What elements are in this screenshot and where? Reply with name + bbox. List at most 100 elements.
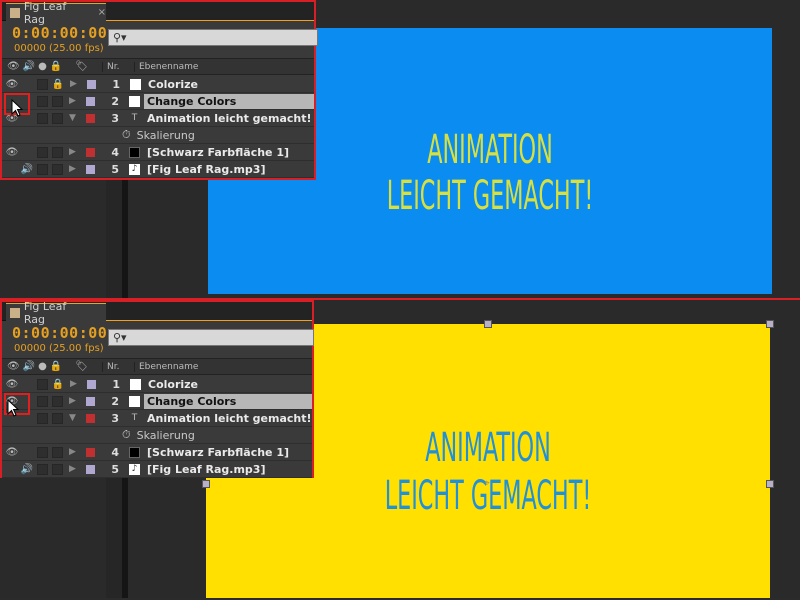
layer-name[interactable]: Animation leicht gemacht!	[144, 111, 314, 126]
transform-handle[interactable]	[766, 480, 774, 488]
label-color[interactable]	[86, 113, 95, 123]
layer-type-icon	[129, 446, 140, 458]
layer-type-icon	[129, 146, 140, 158]
eye-icon[interactable]: 👁	[7, 361, 20, 372]
label-color[interactable]	[86, 464, 95, 474]
close-icon[interactable]: ×	[98, 7, 106, 18]
solo-icon[interactable]: ●	[38, 61, 47, 72]
expand-icon[interactable]: ▶	[69, 147, 81, 157]
audio-icon[interactable]: 🔊	[23, 361, 35, 372]
current-time[interactable]: 0:00:00:00	[12, 24, 107, 42]
current-time[interactable]: 0:00:00:00	[12, 324, 107, 342]
label-color[interactable]	[86, 396, 95, 406]
stopwatch-icon[interactable]: ⏱	[122, 128, 131, 142]
transform-handle[interactable]	[202, 480, 210, 488]
lock-switch[interactable]	[52, 112, 63, 124]
solo-switch[interactable]	[37, 146, 48, 158]
transform-handle[interactable]	[484, 320, 492, 328]
col-name[interactable]: Ebenenname	[134, 61, 198, 72]
expand-icon[interactable]: ▶	[70, 79, 82, 89]
solo-switch[interactable]	[37, 412, 48, 424]
layer-search-input[interactable]: ⚲▾	[108, 329, 314, 346]
label-color[interactable]	[86, 147, 95, 157]
layer-search-input[interactable]: ⚲▾	[108, 29, 318, 46]
expand-icon[interactable]: ▶	[69, 96, 81, 106]
expand-icon[interactable]: ▶	[70, 379, 82, 389]
lock-switch[interactable]	[52, 395, 63, 407]
property-row[interactable]: ⏱ Skalierung	[2, 127, 314, 144]
layer-name[interactable]: Change Colors	[144, 93, 314, 109]
lock-switch[interactable]	[52, 463, 63, 475]
expand-icon[interactable]: ▶	[69, 447, 81, 457]
layer-name[interactable]: [Fig Leaf Rag.mp3]	[144, 162, 314, 177]
solo-switch[interactable]	[37, 95, 48, 107]
layer-row[interactable]: ▶ 2 Change Colors	[2, 93, 314, 110]
layer-row[interactable]: ▼ 3 T Animation leicht gemacht!	[2, 410, 312, 427]
lock-switch[interactable]	[52, 163, 63, 175]
tab-underline	[106, 320, 312, 321]
layer-name[interactable]: Animation leicht gemacht!	[144, 411, 312, 426]
stopwatch-icon[interactable]: ⏱	[122, 428, 131, 442]
lock-icon[interactable]: 🔒	[52, 378, 64, 390]
layer-name[interactable]: [Schwarz Farbfläche 1]	[144, 145, 314, 160]
audio-icon[interactable]: 🔊	[21, 163, 33, 175]
eye-icon[interactable]: 👁	[6, 446, 19, 458]
eye-icon[interactable]: 👁	[6, 146, 19, 158]
label-color[interactable]	[87, 379, 96, 389]
lock-icon[interactable]: 🔒	[50, 361, 62, 372]
solo-switch[interactable]	[37, 446, 48, 458]
comp-text-line1: ANIMATION	[427, 127, 553, 173]
collapse-icon[interactable]: ▼	[69, 113, 81, 123]
layer-type-icon	[129, 95, 140, 107]
solo-switch[interactable]	[37, 395, 48, 407]
lock-switch[interactable]	[52, 412, 63, 424]
solo-switch[interactable]	[37, 378, 48, 390]
eye-icon[interactable]: 👁	[7, 61, 20, 72]
label-color[interactable]	[86, 447, 95, 457]
layer-number: 1	[112, 77, 120, 91]
layer-name[interactable]: Change Colors	[144, 393, 312, 409]
expand-icon[interactable]: ▶	[69, 396, 81, 406]
collapse-icon[interactable]: ▼	[69, 413, 81, 423]
layer-row[interactable]: 🔊 ▶ 5 ♪ [Fig Leaf Rag.mp3]	[2, 161, 314, 178]
eye-icon[interactable]: 👁	[6, 378, 19, 390]
col-name[interactable]: Ebenenname	[134, 361, 198, 372]
label-color[interactable]	[86, 96, 95, 106]
lock-switch[interactable]	[52, 446, 63, 458]
solo-switch[interactable]	[37, 163, 48, 175]
label-color[interactable]	[87, 79, 96, 89]
property-row[interactable]: ⏱ Skalierung	[2, 427, 312, 444]
solo-switch[interactable]	[37, 78, 48, 90]
layer-row[interactable]: 👁 ▶ 4 [Schwarz Farbfläche 1]	[2, 444, 312, 461]
layer-row[interactable]: 🔊 ▶ 5 ♪ [Fig Leaf Rag.mp3]	[2, 461, 312, 478]
solo-switch[interactable]	[37, 112, 48, 124]
tab-comp[interactable]: Fig Leaf Rag ×	[6, 0, 106, 26]
layer-name[interactable]: [Schwarz Farbfläche 1]	[144, 445, 312, 460]
audio-icon[interactable]: 🔊	[23, 61, 35, 72]
label-color[interactable]	[86, 413, 95, 423]
label-icon[interactable]: 🏷	[75, 361, 88, 372]
expand-icon[interactable]: ▶	[69, 164, 81, 174]
solo-switch[interactable]	[37, 463, 48, 475]
label-color[interactable]	[86, 164, 95, 174]
anchor-point-icon[interactable]: ⌖	[484, 478, 490, 489]
lock-switch[interactable]	[52, 146, 63, 158]
layer-name[interactable]: Colorize	[145, 377, 312, 392]
lock-icon[interactable]: 🔒	[52, 78, 64, 90]
label-icon[interactable]: 🏷	[75, 61, 88, 72]
layer-row[interactable]: 👁 ▶ 2 Change Colors	[2, 393, 312, 410]
layer-row[interactable]: 👁 🔒 ▶ 1 Colorize	[2, 376, 312, 393]
audio-icon[interactable]: 🔊	[21, 463, 33, 475]
layer-row[interactable]: 👁 ▼ 3 T Animation leicht gemacht!	[2, 110, 314, 127]
lock-switch[interactable]	[52, 95, 63, 107]
transform-handle[interactable]	[766, 320, 774, 328]
layer-row[interactable]: 👁 🔒 ▶ 1 Colorize	[2, 76, 314, 93]
layer-name[interactable]: Colorize	[145, 77, 314, 92]
eye-icon[interactable]: 👁	[6, 78, 19, 90]
layer-row[interactable]: 👁 ▶ 4 [Schwarz Farbfläche 1]	[2, 144, 314, 161]
lock-icon[interactable]: 🔒	[50, 61, 62, 72]
solo-icon[interactable]: ●	[38, 361, 47, 372]
layer-name[interactable]: [Fig Leaf Rag.mp3]	[144, 462, 312, 477]
tab-comp[interactable]: Fig Leaf Rag ×	[6, 300, 106, 326]
expand-icon[interactable]: ▶	[69, 464, 81, 474]
